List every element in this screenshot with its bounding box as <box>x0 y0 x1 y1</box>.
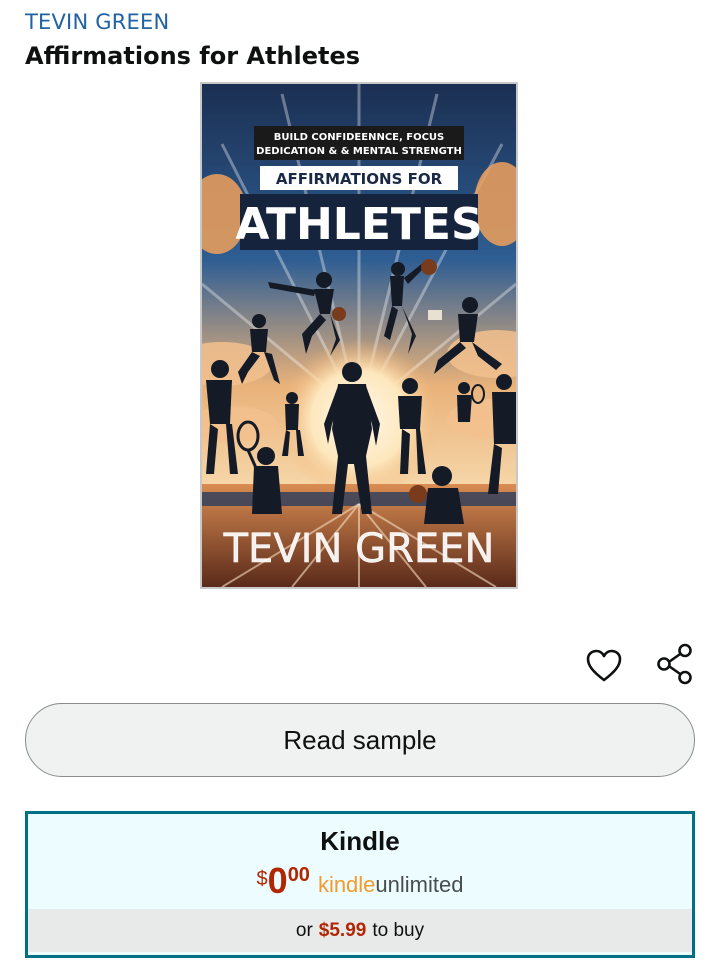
read-sample-button[interactable]: Read sample <box>25 703 695 777</box>
kindle-format-option[interactable]: Kindle $ 0 00 kindleunlimited or $5.99 t… <box>25 811 695 958</box>
price-currency: $ <box>256 868 268 890</box>
book-title: Affirmations for Athletes <box>25 42 361 70</box>
buy-price-row: or $5.99 to buy <box>28 909 692 952</box>
kindle-unlimited-logo: kindleunlimited <box>318 872 464 898</box>
ku-kindle-text: kindle <box>317 872 376 897</box>
buy-suffix: to buy <box>372 919 425 941</box>
wishlist-button[interactable] <box>582 644 626 688</box>
price-fraction: 00 <box>287 864 310 886</box>
cover-banner-small: AFFIRMATIONS FOR <box>276 170 443 188</box>
author-link[interactable]: TEVIN GREEN <box>25 10 169 34</box>
price-row: $ 0 00 kindleunlimited <box>28 862 692 900</box>
format-summary: Kindle $ 0 00 kindleunlimited <box>28 814 692 909</box>
buy-prefix: or <box>295 919 313 941</box>
buy-price: $5.99 <box>318 919 367 941</box>
price-whole: 0 <box>267 860 288 901</box>
heart-outline-icon <box>586 649 622 682</box>
share-button[interactable] <box>653 642 697 686</box>
ku-price: $ 0 00 <box>257 862 310 900</box>
ku-unlimited-text: unlimited <box>375 872 464 897</box>
cover-author: TEVIN GREEN <box>223 526 495 572</box>
cover-tagline-2: DEDICATION & & MENTAL STRENGTH <box>256 146 462 157</box>
share-icon <box>657 643 692 685</box>
cover-tagline-1: BUILD CONFIDEENNCE, FOCUS <box>274 132 445 143</box>
book-cover-image[interactable]: BUILD CONFIDEENNCE, FOCUS DEDICATION & &… <box>200 82 518 589</box>
format-name: Kindle <box>320 826 400 856</box>
cover-banner-large: ATHLETES <box>235 199 482 250</box>
cover-illustration: BUILD CONFIDEENNCE, FOCUS DEDICATION & &… <box>202 84 516 587</box>
